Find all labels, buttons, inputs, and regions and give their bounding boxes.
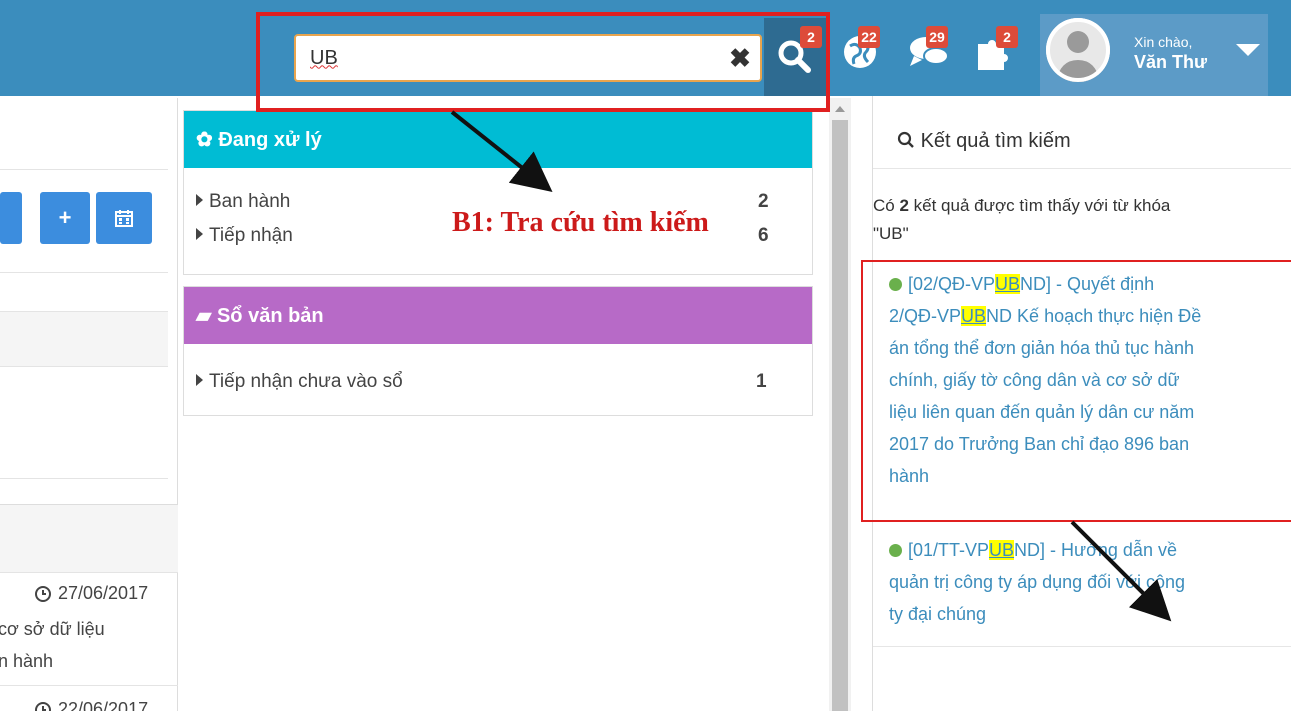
plus-icon: + xyxy=(58,205,72,230)
result-code: ND] - Hướng dẫn về xyxy=(1014,540,1177,560)
user-name: Văn Thư xyxy=(1134,52,1208,72)
calendar-icon xyxy=(115,210,133,227)
books-header: ▰ Sổ văn bản xyxy=(184,287,812,344)
processing-header: ✿ Đang xử lý xyxy=(184,111,812,168)
summary-prefix: Có xyxy=(873,196,900,215)
processing-title: Đang xử lý xyxy=(218,129,322,151)
summary-suffix: kết quả được tìm thấy với từ khóa xyxy=(908,196,1171,215)
clock-icon xyxy=(35,702,51,711)
caret-right-icon xyxy=(196,374,203,386)
row-count: 2 xyxy=(758,191,769,212)
left-panel-subheader xyxy=(0,311,168,367)
caret-right-icon xyxy=(196,228,203,240)
list-item-date: 27/06/2017 xyxy=(58,583,149,603)
screen: ✖ 2 22 29 xyxy=(0,0,1291,711)
result-text: quản trị công ty áp dụng đối với công xyxy=(889,572,1185,592)
list-item-text: n hành xyxy=(0,651,54,671)
left-panel-bottom-header xyxy=(0,505,178,573)
clock-icon xyxy=(35,586,51,602)
result-text: ty đại chúng xyxy=(889,604,987,624)
divider xyxy=(873,646,1291,647)
result-code: [01/TT-VP xyxy=(908,540,990,560)
list-item-text: cơ sở dữ liệu xyxy=(0,619,105,639)
processing-row-received[interactable]: Tiếp nhận xyxy=(196,225,293,247)
left-column: + 27/06/2017 cơ sở dữ liệu n hành 22/06/… xyxy=(0,96,180,711)
row-count: 6 xyxy=(758,225,769,246)
add-button[interactable]: + xyxy=(40,192,90,244)
status-dot-icon xyxy=(889,544,902,557)
avatar-icon xyxy=(1046,18,1110,82)
divider xyxy=(0,478,168,479)
divider xyxy=(873,168,1291,169)
highlight: UB xyxy=(989,540,1015,560)
divider xyxy=(0,685,178,686)
book-icon: ▰ xyxy=(196,305,212,327)
search-icon xyxy=(897,131,914,148)
processing-box: ✿ Đang xử lý Ban hành 2 Tiếp nhận 6 xyxy=(183,110,813,275)
document-books-box: ▰ Sổ văn bản Tiếp nhận chưa vào sổ 1 xyxy=(183,286,813,416)
row-label: Tiếp nhận xyxy=(209,225,293,246)
summary-keyword: "UB" xyxy=(873,224,909,243)
annotation-box-search xyxy=(256,12,830,112)
books-row-unregistered[interactable]: Tiếp nhận chưa vào sổ xyxy=(196,371,403,393)
left-panel-header xyxy=(0,98,168,170)
row-label: Tiếp nhận chưa vào sổ xyxy=(209,371,403,392)
gear-icon: ✿ xyxy=(196,129,213,151)
user-menu[interactable]: Xin chào, Văn Thư xyxy=(1040,14,1268,96)
annotation-box-result xyxy=(861,260,1291,522)
results-title: Kết quả tìm kiếm xyxy=(897,130,1071,153)
result-item[interactable]: [01/TT-VPUBND] - Hướng dẫn về quản trị c… xyxy=(889,534,1289,630)
greeting-text: Xin chào, xyxy=(1134,34,1193,50)
left-action-button[interactable] xyxy=(0,192,22,244)
messages-button[interactable]: 29 xyxy=(906,24,958,84)
avatar xyxy=(1046,18,1110,82)
caret-right-icon xyxy=(196,194,203,206)
scroll-up-icon[interactable] xyxy=(835,106,845,112)
list-item-date: 22/06/2017 xyxy=(58,699,149,711)
chat-badge: 29 xyxy=(926,26,948,48)
scrollbar-thumb[interactable] xyxy=(832,120,848,711)
extensions-button[interactable]: 2 xyxy=(974,24,1026,84)
row-count: 1 xyxy=(756,371,767,392)
results-title-text: Kết quả tìm kiếm xyxy=(920,130,1071,152)
books-title: Sổ văn bản xyxy=(216,305,324,327)
globe-badge: 22 xyxy=(858,26,880,48)
processing-row-issued[interactable]: Ban hành xyxy=(196,191,290,213)
left-panel-bottom: 27/06/2017 cơ sở dữ liệu n hành 22/06/20… xyxy=(0,504,178,711)
row-label: Ban hành xyxy=(209,191,291,212)
annotation-step1: B1: Tra cứu tìm kiếm xyxy=(452,207,709,238)
caret-down-icon xyxy=(1236,44,1260,56)
summary-count: 2 xyxy=(899,196,909,215)
calendar-button[interactable] xyxy=(96,192,152,244)
divider xyxy=(0,272,168,273)
puzzle-badge: 2 xyxy=(996,26,1018,48)
notifications-globe-button[interactable]: 22 xyxy=(840,24,892,84)
results-summary: Có 2 kết quả được tìm thấy với từ khóa "… xyxy=(873,192,1291,248)
vertical-scrollbar[interactable] xyxy=(829,98,851,711)
